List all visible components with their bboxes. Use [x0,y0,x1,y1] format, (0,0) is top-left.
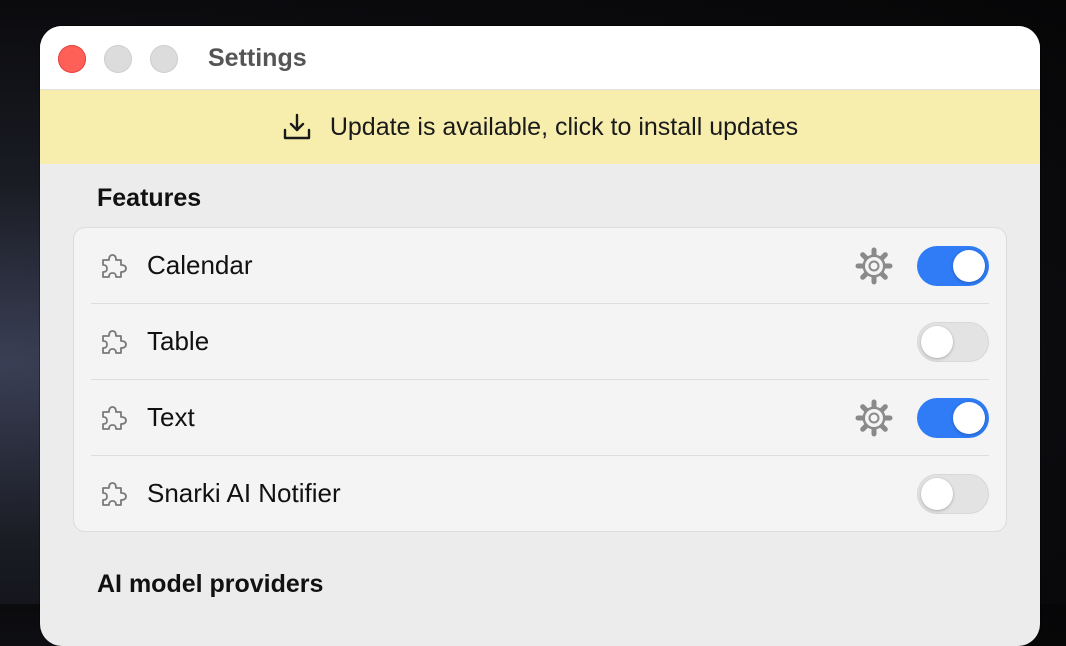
feature-row-calendar: Calendar [91,228,989,304]
close-window-button[interactable] [58,45,86,73]
toggle-knob [953,401,985,434]
calendar-settings-gear-icon[interactable] [855,247,893,285]
puzzle-icon [97,325,131,359]
text-toggle[interactable] [917,397,989,438]
feature-label: Table [147,326,210,356]
features-list: Calendar Table Text Snarki AI Notifier [73,227,1007,532]
puzzle-icon [97,401,131,435]
window-title: Settings [208,44,307,72]
calendar-toggle[interactable] [917,245,989,286]
features-section-title: Features [97,184,202,212]
snarki-ai-notifier-toggle[interactable] [917,473,989,514]
puzzle-icon [97,249,131,283]
feature-row-table: Table [91,304,989,380]
feature-label: Text [147,402,195,432]
toggle-knob [921,477,953,510]
feature-row-text: Text [91,380,989,456]
toggle-knob [953,249,985,282]
feature-row-snarki-ai-notifier: Snarki AI Notifier [91,456,989,531]
settings-window: Settings Update is available, click to i… [40,26,1040,646]
text-settings-gear-icon[interactable] [855,399,893,437]
feature-label: Snarki AI Notifier [147,478,341,508]
download-icon [282,112,312,142]
toggle-knob [921,325,953,358]
feature-label: Calendar [147,250,253,280]
update-banner-text: Update is available, click to install up… [329,112,799,141]
puzzle-icon [97,477,131,511]
title-bar: Settings [40,26,1040,90]
maximize-window-button[interactable] [150,45,178,73]
update-banner[interactable]: Update is available, click to install up… [40,90,1040,164]
providers-section-title: AI model providers [97,570,324,598]
minimize-window-button[interactable] [104,45,132,73]
table-toggle[interactable] [917,321,989,362]
